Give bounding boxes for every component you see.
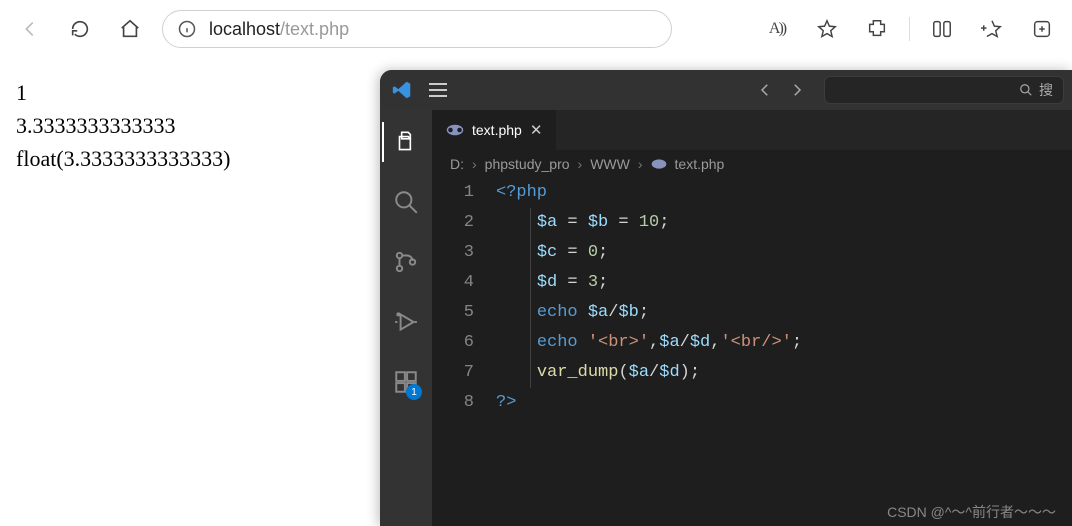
collections-button[interactable] [1024,11,1060,47]
php-file-icon [446,123,464,137]
search-icon [1019,83,1033,97]
code-editor[interactable]: 12345678 <?php $a = $b = 10; $c = 0; $d … [432,178,1072,526]
search-placeholder: 搜 [1039,80,1053,100]
command-search[interactable]: 搜 [824,76,1064,104]
code-lines[interactable]: <?php $a = $b = 10; $c = 0; $d = 3; echo… [496,178,1072,526]
vscode-titlebar[interactable]: 搜 [380,70,1072,110]
activity-bar: 1 [380,110,432,526]
menu-button[interactable] [424,76,452,104]
site-info-icon[interactable] [177,19,197,39]
favorite-button[interactable] [809,11,845,47]
extension-badge: 1 [406,384,422,400]
favorites-bar-button[interactable] [974,11,1010,47]
home-button[interactable] [112,11,148,47]
address-bar[interactable]: localhost/text.php [162,10,672,48]
browser-toolbar: localhost/text.php A)) [0,0,1072,58]
extensions-panel-button[interactable]: 1 [382,362,430,402]
tab-text-php[interactable]: text.php ✕ [432,110,556,150]
vscode-logo-icon [386,79,418,101]
url-text: localhost/text.php [209,19,349,40]
toolbar-separator [909,17,910,41]
vscode-window: 搜 1 [380,70,1072,526]
watermark: CSDN @^～^前行者～～～ [887,502,1056,522]
close-tab-button[interactable]: ✕ [530,121,543,139]
nav-back-button[interactable] [756,81,774,99]
editor-tabs: text.php ✕ [432,110,1072,150]
breadcrumb[interactable]: D:› phpstudy_pro› WWW› text.php [432,150,1072,178]
tab-label: text.php [472,122,522,138]
source-control-button[interactable] [382,242,430,282]
line-gutter: 12345678 [432,178,496,526]
php-file-icon [651,158,667,170]
extensions-button[interactable] [859,11,895,47]
read-aloud-button[interactable]: A)) [759,11,795,47]
explorer-button[interactable] [382,122,430,162]
search-button[interactable] [382,182,430,222]
split-screen-button[interactable] [924,11,960,47]
back-button[interactable] [12,11,48,47]
refresh-button[interactable] [62,11,98,47]
nav-forward-button[interactable] [788,81,806,99]
run-debug-button[interactable] [382,302,430,342]
